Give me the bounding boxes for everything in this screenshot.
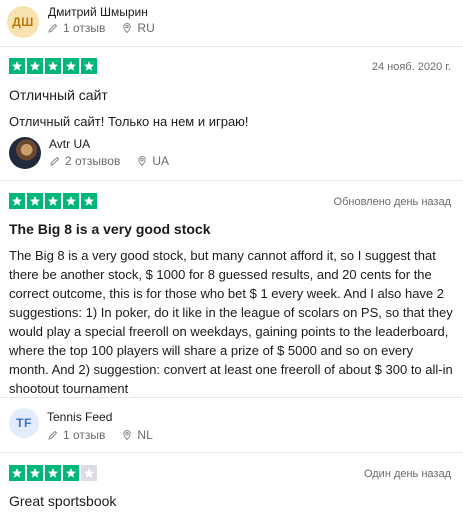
review-date: 24 нояб. 2020 г. — [371, 61, 451, 73]
review-title[interactable]: The Big 8 is a very good stock — [9, 221, 211, 237]
reviewer-meta: 1 отзыв RU — [47, 21, 155, 35]
reviewer-name[interactable]: Avtr UA — [49, 137, 90, 151]
pencil-icon — [49, 155, 61, 167]
reviewer-name[interactable]: Дмитрий Шмырин — [48, 5, 148, 19]
star-icon — [27, 465, 43, 481]
pencil-icon — [47, 22, 59, 34]
review-title[interactable]: Отличный сайт — [9, 87, 108, 103]
reviewer-meta: 1 отзыв NL — [47, 428, 153, 442]
star-icon — [63, 193, 79, 209]
review-date: Один день назад — [363, 468, 451, 480]
location-icon — [136, 155, 148, 167]
country-code: RU — [137, 21, 155, 35]
avatar-initials: TF — [16, 416, 32, 430]
star-icon — [63, 58, 79, 74]
reviewer-meta: 2 отзывов UA — [49, 154, 169, 168]
avatar-initials: ДШ — [12, 15, 34, 29]
star-icon — [27, 193, 43, 209]
review-text: Отличный сайт! Только на нем и играю! — [9, 114, 249, 129]
star-rating — [9, 465, 97, 481]
country-code: NL — [137, 428, 153, 442]
star-rating — [9, 58, 97, 74]
divider — [0, 180, 463, 181]
review-text: The Big 8 is a very good stock, but many… — [9, 248, 453, 396]
avatar[interactable]: TF — [9, 408, 39, 438]
avatar[interactable]: ДШ — [7, 6, 39, 38]
star-icon — [45, 193, 61, 209]
star-icon — [45, 58, 61, 74]
divider — [0, 452, 463, 453]
star-empty-icon — [81, 465, 97, 481]
star-icon — [9, 193, 25, 209]
review-title[interactable]: Great sportsbook — [9, 493, 116, 509]
review-count: 1 отзыв — [63, 428, 106, 442]
review-date: Обновлено день назад — [333, 196, 451, 208]
star-rating — [9, 193, 97, 209]
review-count: 2 отзывов — [65, 154, 121, 168]
star-icon — [45, 465, 61, 481]
divider — [0, 46, 463, 47]
star-icon — [9, 58, 25, 74]
avatar[interactable] — [9, 137, 41, 169]
star-icon — [9, 465, 25, 481]
divider — [0, 397, 463, 398]
reviewer-name[interactable]: Tennis Feed — [47, 410, 112, 424]
star-icon — [27, 58, 43, 74]
star-icon — [63, 465, 79, 481]
pencil-icon — [47, 429, 59, 441]
star-icon — [81, 193, 97, 209]
location-icon — [121, 429, 133, 441]
location-icon — [121, 22, 133, 34]
review-count: 1 отзыв — [63, 21, 106, 35]
country-code: UA — [152, 154, 170, 168]
star-icon — [81, 58, 97, 74]
